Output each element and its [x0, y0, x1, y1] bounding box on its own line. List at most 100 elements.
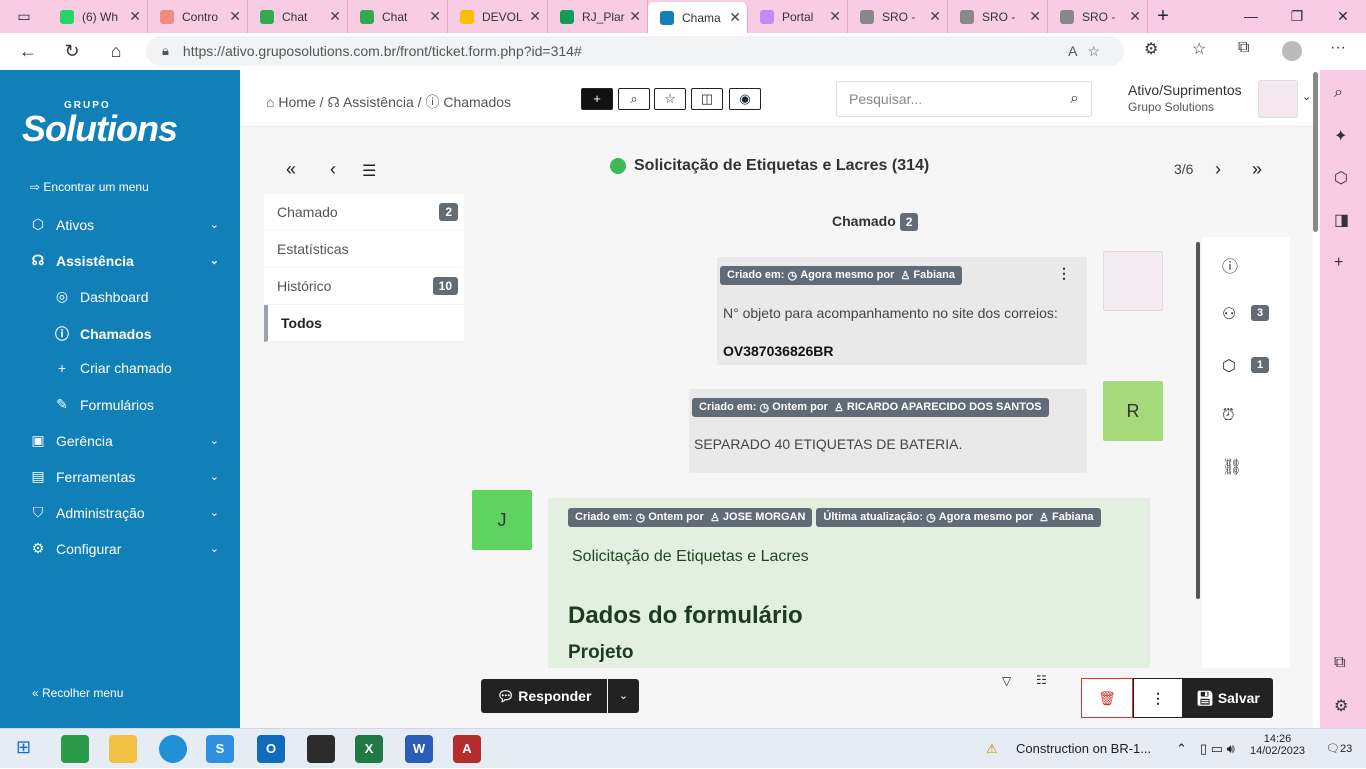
close-tab-icon[interactable]: ✕: [929, 8, 941, 25]
close-window-button[interactable]: ✕: [1320, 0, 1366, 33]
browser-tab[interactable]: DEVOL ✕: [448, 0, 548, 33]
back-arrow-icon[interactable]: ←: [6, 41, 50, 62]
bookmark-button[interactable]: ☆: [654, 88, 686, 110]
split-view-button[interactable]: ◫: [691, 88, 723, 110]
alarm-clock-icon[interactable]: ⏰︎: [1222, 407, 1234, 425]
sticky-notes-icon[interactable]: [307, 735, 335, 763]
cube-icon[interactable]: ⬡: [1222, 356, 1236, 376]
minimize-button[interactable]: —: [1228, 0, 1274, 33]
scrollbar-thumb[interactable]: [1313, 72, 1318, 232]
save-button[interactable]: 💾︎ Salvar: [1183, 678, 1273, 718]
browser-tab[interactable]: RJ_Plar ✕: [548, 0, 648, 33]
s-app-icon[interactable]: S: [206, 735, 234, 763]
collapse-menu-button[interactable]: « Recolher menu: [32, 686, 123, 700]
browser-tab[interactable]: SRO - ✕: [948, 0, 1048, 33]
users-icon[interactable]: ⚇: [1222, 304, 1236, 324]
access-icon[interactable]: A: [453, 735, 481, 763]
sidebar-item-ativos[interactable]: ⬡ Ativos ⌄: [28, 216, 223, 233]
close-tab-icon[interactable]: ✕: [129, 8, 141, 25]
read-aloud-favorite-icons[interactable]: A☆: [1068, 43, 1110, 60]
browser-tab[interactable]: Portal ✕: [748, 0, 848, 33]
excel-icon[interactable]: X: [355, 735, 383, 763]
kebab-menu-icon[interactable]: ⋮: [1057, 265, 1071, 282]
outlook-icon[interactable]: O: [257, 735, 285, 763]
word-icon[interactable]: W: [405, 735, 433, 763]
tab-estatisticas[interactable]: Estatísticas: [264, 231, 464, 268]
file-explorer-icon[interactable]: [109, 735, 137, 763]
last-ticket-icon[interactable]: »: [1252, 159, 1262, 180]
sparkle-icon[interactable]: ✦: [1334, 126, 1347, 146]
timeline-scrollbar[interactable]: [1196, 242, 1200, 599]
games-icon[interactable]: ⬡: [1334, 168, 1348, 188]
page-scrollbar[interactable]: [1313, 70, 1320, 728]
filter-icon[interactable]: ▽: [1002, 674, 1011, 688]
chevron-down-icon[interactable]: ⌄: [1302, 90, 1311, 103]
user-entity[interactable]: Ativo/Suprimentos Grupo Solutions: [1128, 82, 1242, 114]
chevron-up-icon[interactable]: ⌃: [1176, 729, 1187, 769]
tab-todos[interactable]: Todos: [264, 305, 464, 342]
split-screen-icon[interactable]: ⧉: [1334, 654, 1345, 672]
first-ticket-icon[interactable]: «: [286, 159, 296, 180]
restore-button[interactable]: ❐: [1274, 0, 1320, 33]
tab-actions-icon[interactable]: ▭: [0, 8, 48, 25]
windows-start-icon[interactable]: ⊞: [16, 737, 31, 758]
close-tab-icon[interactable]: ✕: [829, 8, 841, 25]
new-tab-button[interactable]: +: [1148, 5, 1178, 28]
sidebar-item-ferramentas[interactable]: ▤ Ferramentas ⌄: [28, 468, 223, 485]
search-input[interactable]: Pesquisar... ⌕: [836, 81, 1092, 117]
browser-tab[interactable]: Contro ✕: [148, 0, 248, 33]
settings-icon[interactable]: ⚙: [1334, 696, 1348, 716]
sidebar-item-criar-chamado[interactable]: + Criar chamado: [52, 360, 247, 376]
logo[interactable]: GRUPO Solutions: [22, 100, 218, 149]
reply-button[interactable]: 💬︎ Responder: [481, 679, 607, 713]
home-icon[interactable]: ⌂: [94, 41, 138, 62]
close-tab-icon[interactable]: ✕: [529, 8, 541, 25]
outlook-icon[interactable]: ◨: [1334, 210, 1349, 230]
chat-app-icon[interactable]: [61, 735, 89, 763]
browser-tab[interactable]: Chama ✕: [648, 2, 748, 33]
refresh-icon[interactable]: ↻: [50, 41, 94, 62]
sidebar-item-gerencia[interactable]: ▣ Gerência ⌄: [28, 432, 223, 449]
sidebar-item-chamados[interactable]: ⓘ Chamados: [52, 324, 247, 344]
notifications-icon[interactable]: 🗨︎23: [1326, 729, 1352, 769]
find-menu-link[interactable]: ⇨ Encontrar um menu: [30, 180, 149, 194]
browser-tab[interactable]: SRO - ✕: [1048, 0, 1148, 33]
close-tab-icon[interactable]: ✕: [1129, 8, 1141, 25]
sidebar-item-dashboard[interactable]: ◎ Dashboard: [52, 288, 247, 305]
sidebar-item-configurar[interactable]: ⚙ Configurar ⌄: [28, 540, 223, 557]
browser-tab[interactable]: (6) Wh ✕: [48, 0, 148, 33]
breadcrumb-assistencia[interactable]: Assistência: [343, 94, 414, 110]
browser-menu-icon[interactable]: ···: [1330, 39, 1346, 57]
weather-news[interactable]: Construction on BR-1...: [1016, 729, 1151, 769]
next-ticket-icon[interactable]: ›: [1215, 159, 1221, 180]
favorites-icon[interactable]: ☆: [1192, 39, 1206, 59]
system-tray-icons[interactable]: ▯ ▭ 🔊︎: [1200, 729, 1235, 769]
collections-icon[interactable]: ⧉: [1238, 39, 1249, 57]
view-button[interactable]: ◉: [729, 88, 761, 110]
close-tab-icon[interactable]: ✕: [629, 8, 641, 25]
reply-dropdown-button[interactable]: ⌄: [608, 679, 639, 713]
browser-tab[interactable]: Chat ✕: [248, 0, 348, 33]
sidebar-item-formularios[interactable]: ✎ Formulários: [52, 396, 247, 413]
close-tab-icon[interactable]: ✕: [729, 9, 741, 26]
browser-tab[interactable]: SRO - ✕: [848, 0, 948, 33]
close-tab-icon[interactable]: ✕: [329, 8, 341, 25]
tab-historico[interactable]: Histórico 10: [264, 268, 464, 305]
prev-ticket-icon[interactable]: ‹: [330, 159, 336, 180]
avatar[interactable]: [1258, 80, 1298, 118]
tab-chamado[interactable]: Chamado 2: [264, 194, 464, 231]
url-field[interactable]: 🔒︎ https://ativo.gruposolutions.com.br/f…: [146, 36, 1124, 66]
browser-tab[interactable]: Chat ✕: [348, 0, 448, 33]
search-icon[interactable]: ⌕: [1334, 84, 1343, 102]
extensions-icon[interactable]: ⚙: [1144, 39, 1158, 59]
plus-icon[interactable]: +: [1334, 254, 1343, 272]
list-icon[interactable]: ☰: [362, 161, 376, 181]
breadcrumb-home[interactable]: Home: [278, 94, 315, 110]
clock[interactable]: 14:26 14/02/2023: [1250, 733, 1305, 757]
breadcrumb-chamados[interactable]: Chamados: [443, 94, 511, 110]
sidebar-item-administracao[interactable]: ⛉ Administração ⌄: [28, 504, 223, 521]
delete-button[interactable]: 🗑︎: [1081, 678, 1133, 718]
edge-browser-icon[interactable]: [159, 735, 187, 763]
more-actions-button[interactable]: ⋮: [1133, 678, 1183, 718]
alert-circle-icon[interactable]: ⓘ: [1222, 253, 1238, 277]
